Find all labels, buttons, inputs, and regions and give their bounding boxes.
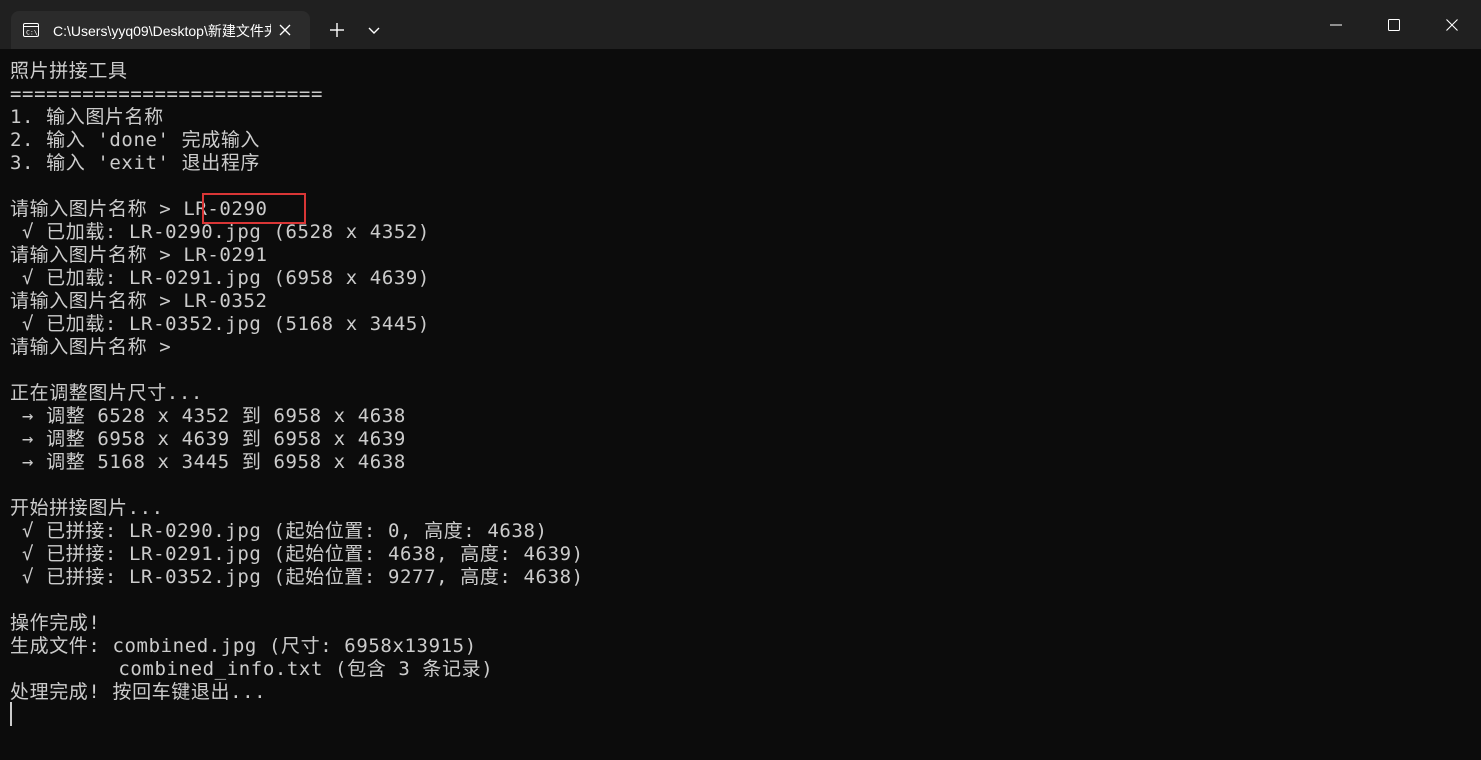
terminal-line: √ 已加载: LR-0290.jpg (6528 x 4352) — [10, 221, 430, 243]
terminal-line: √ 已拼接: LR-0290.jpg (起始位置: 0, 高度: 4638) — [10, 520, 548, 542]
terminal-text: 照片拼接工具 ========================== 1. 输入图片名… — [10, 60, 584, 704]
terminal-line: combined_info.txt (包含 3 条记录) — [10, 658, 494, 680]
close-tab-icon[interactable] — [275, 20, 295, 40]
terminal-line: 2. 输入 'done' 完成输入 — [10, 129, 261, 151]
terminal-tab[interactable]: C:\ C:\Users\yyq09\Desktop\新建文件夹 — [11, 11, 310, 49]
terminal-line: 请输入图片名称 > LR-0352 — [10, 290, 268, 312]
terminal-line: √ 已加载: LR-0291.jpg (6958 x 4639) — [10, 267, 430, 289]
terminal-line: 操作完成! — [10, 612, 101, 634]
chevron-down-icon[interactable] — [362, 18, 386, 42]
terminal-line: 3. 输入 'exit' 退出程序 — [10, 152, 261, 174]
terminal-window: C:\ C:\Users\yyq09\Desktop\新建文件夹 照片拼接工具 … — [0, 0, 1481, 760]
maximize-icon[interactable] — [1365, 0, 1423, 49]
title-bar: C:\ C:\Users\yyq09\Desktop\新建文件夹 — [0, 0, 1481, 49]
terminal-line: → 调整 5168 x 3445 到 6958 x 4638 — [10, 451, 406, 473]
terminal-line: 请输入图片名称 > — [10, 336, 172, 358]
terminal-line: ========================== — [10, 83, 324, 105]
terminal-line: 正在调整图片尺寸... — [10, 382, 203, 404]
terminal-line: 处理完成! 按回车键退出... — [10, 681, 267, 703]
close-icon[interactable] — [1423, 0, 1481, 49]
terminal-line: √ 已拼接: LR-0352.jpg (起始位置: 9277, 高度: 4638… — [10, 566, 584, 588]
terminal-line: √ 已加载: LR-0352.jpg (5168 x 3445) — [10, 313, 430, 335]
terminal-line: 1. 输入图片名称 — [10, 106, 164, 128]
new-tab-plus-icon[interactable] — [325, 18, 349, 42]
terminal-line: 请输入图片名称 > LR-0291 — [10, 244, 268, 266]
text-cursor — [10, 702, 12, 726]
terminal-line: 开始拼接图片... — [10, 497, 164, 519]
terminal-icon: C:\ — [23, 22, 39, 37]
terminal-line: 请输入图片名称 > LR-0290 — [10, 198, 268, 220]
svg-text:C:\: C:\ — [26, 29, 38, 37]
terminal-line: → 调整 6958 x 4639 到 6958 x 4639 — [10, 428, 406, 450]
terminal-line: 生成文件: combined.jpg (尺寸: 6958x13915) — [10, 635, 477, 657]
terminal-line: → 调整 6528 x 4352 到 6958 x 4638 — [10, 405, 406, 427]
terminal-line: √ 已拼接: LR-0291.jpg (起始位置: 4638, 高度: 4639… — [10, 543, 584, 565]
tab-title: C:\Users\yyq09\Desktop\新建文件夹 — [53, 23, 271, 39]
terminal-line: 照片拼接工具 — [10, 60, 128, 82]
terminal-output[interactable]: 照片拼接工具 ========================== 1. 输入图片名… — [0, 49, 1481, 760]
minimize-icon[interactable] — [1307, 0, 1365, 49]
